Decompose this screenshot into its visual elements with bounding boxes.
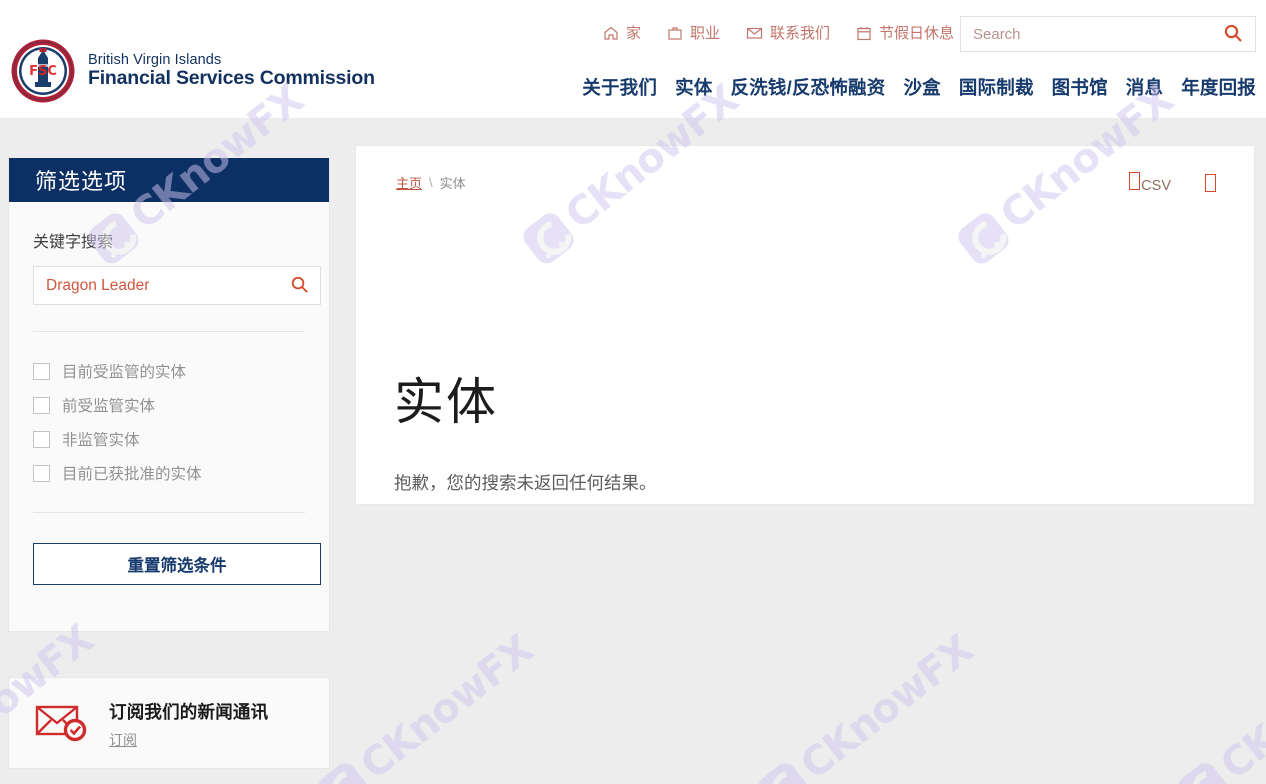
search-icon: [1223, 23, 1243, 46]
search-input[interactable]: [961, 17, 1211, 51]
reset-filters-button[interactable]: 重置筛选条件: [33, 543, 321, 585]
bvi-fsc-seal-icon: FSC: [10, 38, 76, 104]
keyword-search-button[interactable]: [278, 267, 320, 304]
utility-nav-item-home[interactable]: 家: [603, 22, 641, 43]
site-header: FSC British Virgin Islands Financial Ser…: [0, 0, 1266, 118]
main-nav-item-about[interactable]: 关于我们: [582, 74, 657, 100]
briefcase-icon: [667, 25, 683, 41]
brand-line-1: British Virgin Islands: [88, 51, 222, 68]
export-csv-button[interactable]: CSV: [1129, 172, 1171, 194]
main-nav: 关于我们 实体 反洗钱/反恐怖融资 沙盒 国际制裁 图书馆 消息 年度回报: [582, 74, 1256, 100]
filter-checkbox-group: 目前受监管的实体 前受监管实体 非监管实体 目前已获批准的实体: [25, 332, 313, 490]
filter-panel-title: 筛选选项: [9, 158, 329, 202]
checkbox-row-formerly-regulated[interactable]: 前受监管实体: [33, 388, 313, 422]
reset-button-wrap: 重置筛选条件: [9, 513, 329, 631]
search-button[interactable]: [1211, 17, 1255, 51]
checkbox-label-currently-regulated: 目前受监管的实体: [62, 364, 187, 381]
print-button[interactable]: [1205, 174, 1216, 192]
site-brand[interactable]: FSC British Virgin Islands Financial Ser…: [10, 38, 375, 104]
keyword-search-input[interactable]: [34, 276, 278, 295]
main-nav-item-news[interactable]: 消息: [1126, 74, 1163, 100]
calendar-icon: [856, 25, 872, 41]
print-icon: [1205, 174, 1216, 192]
main-nav-item-sandbox[interactable]: 沙盒: [903, 74, 940, 100]
envelope-check-icon: [35, 699, 91, 748]
utility-nav-label-home: 家: [625, 25, 641, 42]
checkbox-row-unregulated[interactable]: 非监管实体: [33, 422, 313, 456]
checkbox-icon[interactable]: [33, 430, 50, 448]
utility-nav-item-contact[interactable]: 联系我们: [746, 22, 830, 43]
breadcrumb-separator: \: [429, 175, 433, 190]
main-nav-item-sanctions[interactable]: 国际制裁: [959, 74, 1034, 100]
main-nav-item-library[interactable]: 图书馆: [1052, 74, 1108, 100]
utility-nav-label-holidays: 节假日休息: [878, 25, 954, 42]
page-body: 筛选选项 关键字搜索 Dragon Leader 目前受监管的实体 前受监管实体…: [0, 118, 1266, 784]
page-title: 实体: [394, 374, 498, 430]
filter-sidebar: 筛选选项 关键字搜索 Dragon Leader 目前受监管的实体 前受监管实体…: [8, 158, 330, 769]
checkbox-row-currently-regulated[interactable]: 目前受监管的实体: [33, 354, 313, 388]
main-nav-item-annual-returns[interactable]: 年度回报: [1181, 74, 1256, 100]
newsletter-signup[interactable]: 订阅我们的新闻通讯 订阅: [8, 677, 330, 769]
utility-nav: 家 职业 联系我们 节假日休息: [603, 22, 954, 43]
keyword-search-field[interactable]: [33, 266, 321, 305]
main-nav-item-entities[interactable]: 实体: [675, 74, 712, 100]
checkbox-row-currently-approved[interactable]: 目前已获批准的实体: [33, 456, 313, 490]
checkbox-label-currently-approved: 目前已获批准的实体: [62, 466, 202, 483]
export-csv-label: CSV: [1141, 178, 1171, 194]
utility-nav-label-contact: 联系我们: [769, 25, 830, 42]
checkbox-icon[interactable]: [33, 362, 50, 380]
checkbox-label-unregulated: 非监管实体: [62, 432, 140, 449]
newsletter-title: 订阅我们的新闻通讯: [109, 701, 269, 722]
brand-line-2: Financial Services Commission: [88, 67, 375, 90]
content-card: 主页 \ 实体 CSV 实体 抱歉，您的搜索未返回任何结果。: [355, 145, 1255, 505]
brand-text: British Virgin Islands Financial Service…: [88, 52, 375, 90]
newsletter-texts: 订阅我们的新闻通讯 订阅: [109, 697, 268, 750]
keyword-search-label: 关键字搜索: [33, 234, 114, 251]
checkbox-label-formerly-regulated: 前受监管实体: [62, 398, 156, 415]
home-icon: [603, 25, 619, 41]
newsletter-subscribe-link[interactable]: 订阅: [109, 730, 137, 750]
utility-nav-label-careers: 职业: [689, 25, 720, 42]
breadcrumb-current: 实体: [439, 176, 466, 191]
breadcrumb-home[interactable]: 主页: [396, 173, 422, 192]
utility-nav-item-careers[interactable]: 职业: [667, 22, 720, 43]
no-results-message: 抱歉，您的搜索未返回任何结果。: [394, 473, 657, 493]
header-search[interactable]: [960, 16, 1256, 52]
search-icon: [290, 275, 309, 297]
page-root: FSC British Virgin Islands Financial Ser…: [0, 0, 1266, 784]
filter-panel: 筛选选项 关键字搜索 Dragon Leader 目前受监管的实体 前受监管实体…: [8, 158, 330, 632]
svg-text:FSC: FSC: [29, 64, 57, 79]
filter-panel-body: 关键字搜索 Dragon Leader 目前受监管的实体 前受监管实体 非监管实…: [9, 202, 329, 513]
main-nav-item-aml-cft[interactable]: 反洗钱/反恐怖融资: [731, 74, 886, 100]
card-actions: CSV: [1129, 172, 1216, 194]
download-icon: [1129, 172, 1141, 190]
checkbox-icon[interactable]: [33, 396, 50, 414]
checkbox-icon[interactable]: [33, 464, 50, 482]
breadcrumb: 主页 \ 实体: [396, 173, 466, 192]
utility-nav-item-holidays[interactable]: 节假日休息: [856, 22, 954, 43]
envelope-icon: [746, 25, 763, 41]
